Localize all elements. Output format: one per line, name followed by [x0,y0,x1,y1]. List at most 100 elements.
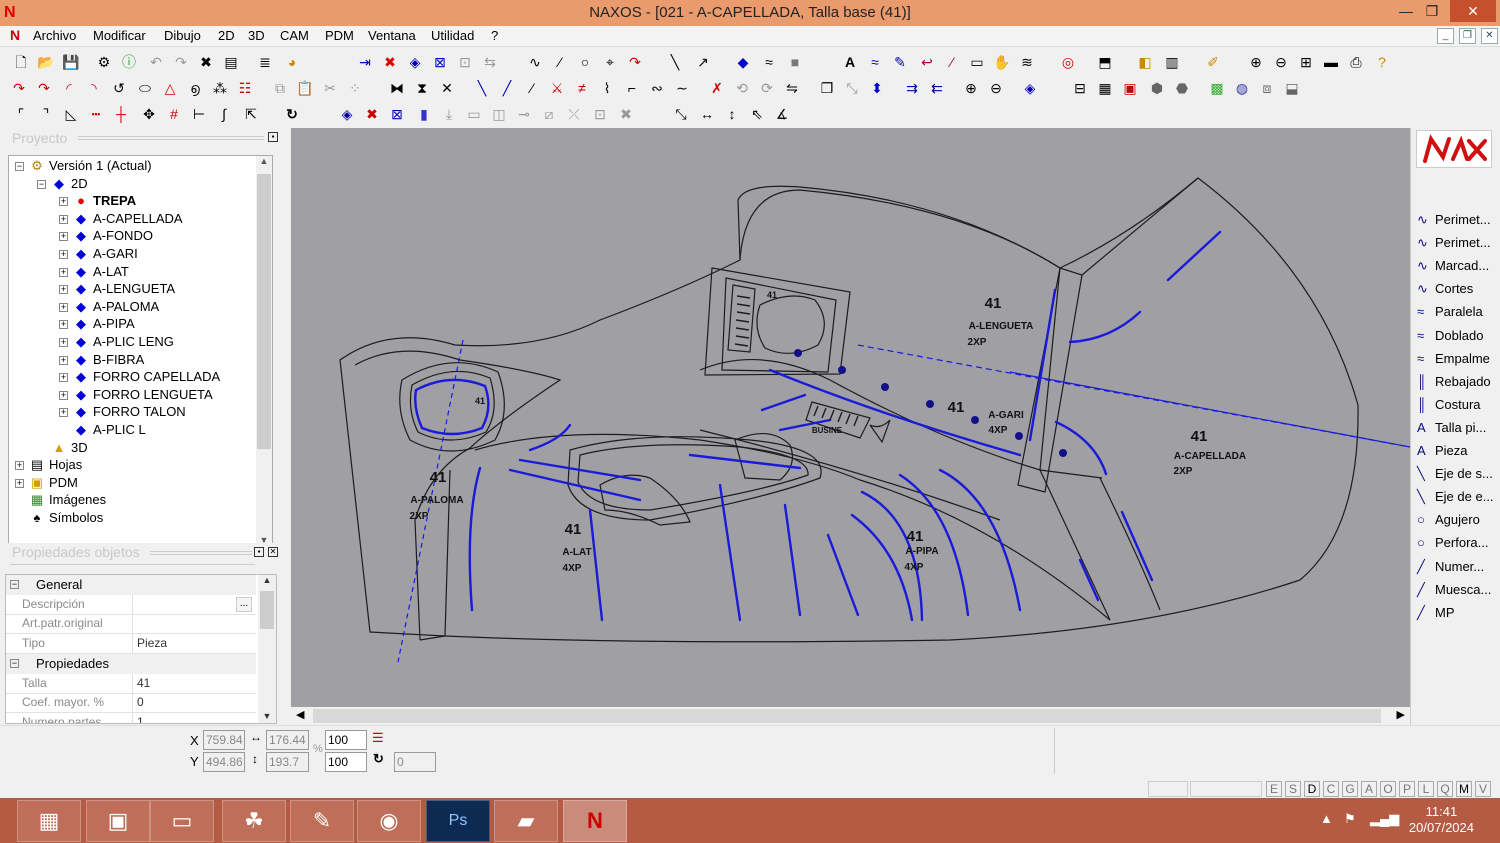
taskbar-naxos[interactable]: N [563,800,627,842]
polyline-icon[interactable]: ↗ [694,53,712,71]
flip-icon[interactable]: ⇋ [783,79,801,97]
nest-icon[interactable]: ◈ [1021,79,1039,97]
expand-icon[interactable]: + [59,373,68,383]
mark2-icon[interactable]: ⊸ [515,105,533,123]
line-icon[interactable]: ╲ [666,53,684,71]
taskbar-file-explorer[interactable]: ▭ [150,800,214,842]
spiral-icon[interactable]: ൭ [186,79,204,97]
move-in-icon[interactable]: ⇉ [903,79,921,97]
status-toggle-c[interactable]: C [1323,781,1339,797]
tree-item-a-plic-leng[interactable]: + ◆ A-PLIC LENG [59,333,174,350]
properties-icon[interactable]: ▤ [222,53,240,71]
tree-scroll-thumb[interactable] [257,174,271,449]
rotation-field[interactable]: 0 [394,752,436,772]
menu-pdm[interactable]: PDM [325,28,354,43]
expand-icon[interactable]: + [59,320,68,330]
redo-icon[interactable]: ↷ [172,53,190,71]
props-section-propiedades[interactable]: − Propiedades [6,653,256,674]
tree-item-hojas[interactable]: + ▤ Hojas [15,456,82,473]
expand-icon[interactable]: + [59,338,68,348]
tree-item-a-paloma[interactable]: + ◆ A-PALOMA [59,298,159,315]
status-toggle-v[interactable]: V [1475,781,1491,797]
align-icon[interactable]: ⊟ [1071,79,1089,97]
save-icon[interactable]: 💾 [62,53,80,71]
collapse-icon[interactable]: − [37,179,46,189]
cancel-icon[interactable]: ✖ [381,53,399,71]
status-toggle-s[interactable]: S [1285,781,1301,797]
taskbar-chrome[interactable]: ◉ [357,800,421,842]
layers2-icon[interactable]: ⧈ [1258,79,1276,97]
taskbar-photoshop[interactable]: Ps [426,800,490,842]
rectangle-icon[interactable]: ▭ [968,53,986,71]
property-value[interactable] [132,614,254,634]
join-icon[interactable]: ⌇ [598,79,616,97]
dim-radius-icon[interactable]: ⇖ [748,105,766,123]
measure-angle-icon[interactable]: ⤡ [672,105,690,123]
help-icon[interactable]: ? [1373,53,1391,71]
zoom-window-icon[interactable]: ⊞ [1297,53,1315,71]
frame-icon[interactable]: ⊡ [591,105,609,123]
link-icon[interactable]: ⇆ [481,53,499,71]
menu-2d[interactable]: 2D [218,28,235,43]
hook-icon[interactable]: ↩ [918,53,936,71]
expand-icon[interactable]: + [59,214,68,224]
menu-modificar[interactable]: Modificar [93,28,146,43]
tool-doblado-button[interactable]: ≈ Doblado [1417,325,1483,347]
browse-button[interactable]: ... [236,596,252,612]
menu-dibujo[interactable]: Dibujo [164,28,201,43]
scroll-left-icon[interactable]: ◀ [296,708,304,721]
tree-item-pdm[interactable]: + ▣ PDM [15,474,78,491]
corner2-icon[interactable]: ⌝ [37,105,55,123]
status-toggle-d[interactable]: D [1304,781,1320,797]
tree-item-trepa[interactable]: + ● TREPA [59,192,136,209]
cut-icon[interactable]: ✂ [321,79,339,97]
property-value[interactable]: 0 [132,693,254,713]
expand-icon[interactable]: + [15,461,24,471]
status-toggle-g[interactable]: G [1342,781,1358,797]
delete-icon[interactable]: ✖ [197,53,215,71]
dash-icon[interactable]: ┅ [87,105,105,123]
taskbar-green-app[interactable]: ☘ [222,800,286,842]
curve2-icon[interactable]: ∫ [215,105,233,123]
collapse-icon[interactable]: − [10,580,19,589]
settings-icon[interactable]: ⚙ [95,53,113,71]
props-panel-dock-button[interactable]: ▪ [254,547,264,557]
grid-icon[interactable]: ☷ [236,79,254,97]
ellipse-icon[interactable]: ⬭ [136,79,154,97]
arc-icon[interactable]: ⁄ [551,53,569,71]
open-folder-icon[interactable]: 📂 [37,53,55,71]
tool-costura-button[interactable]: ║ Costura [1417,394,1481,416]
copy-icon[interactable]: ⧉ [271,79,289,97]
drawing-canvas[interactable]: 41 A-LENGUETA 2XP 41 A-GARI 4XP 41 A-CAPELLADA 2… [291,128,1410,707]
mdi-close-button[interactable]: ✕ [1481,28,1498,44]
arc2-tool-icon[interactable]: ↷ [35,79,53,97]
dim-angle-icon[interactable]: ∡ [773,105,791,123]
fold-tool-icon[interactable]: ◺ [62,105,80,123]
tool-pieza-button[interactable]: A Pieza [1417,440,1468,462]
tool-empalme-button[interactable]: ≈ Empalme [1417,348,1490,370]
tool-numer-button[interactable]: ╱ Numer... [1417,556,1484,578]
close-button[interactable]: ✕ [1450,0,1496,22]
scroll-up-icon[interactable]: ▲ [256,156,272,166]
extend-icon[interactable]: ╱ [498,79,516,97]
props-section-general[interactable]: − General [6,575,256,595]
print-icon[interactable]: ⎙ [1347,53,1365,71]
menu-archivo[interactable]: Archivo [33,28,76,43]
status-toggle-q[interactable]: Q [1437,781,1453,797]
tree-item-s-mbolos[interactable]: ♠ Símbolos [15,509,104,526]
mirror-h-icon[interactable]: ⧓ [388,79,406,97]
break-icon[interactable]: ≠ [573,79,591,97]
move-out-icon[interactable]: ⇇ [928,79,946,97]
stamp-icon[interactable]: ⬣ [1173,79,1191,97]
tool-perimet-button[interactable]: ∿ Perimet... [1417,232,1491,254]
measure-icon[interactable]: ✐ [1204,53,1222,71]
tree-item-2d[interactable]: − ◆ 2D [37,175,88,192]
tree-item-a-capellada[interactable]: + ◆ A-CAPELLADA [59,210,183,227]
move-icon[interactable]: ✥ [140,105,158,123]
layers-icon[interactable]: ≣ [256,53,274,71]
props-scroll-thumb[interactable] [260,591,274,629]
bars-icon[interactable]: ▥ [1163,53,1181,71]
arc4-tool-icon[interactable]: ◝ [85,79,103,97]
trim-icon[interactable]: ✕ [438,79,456,97]
hbar-icon[interactable]: ▭ [465,105,483,123]
